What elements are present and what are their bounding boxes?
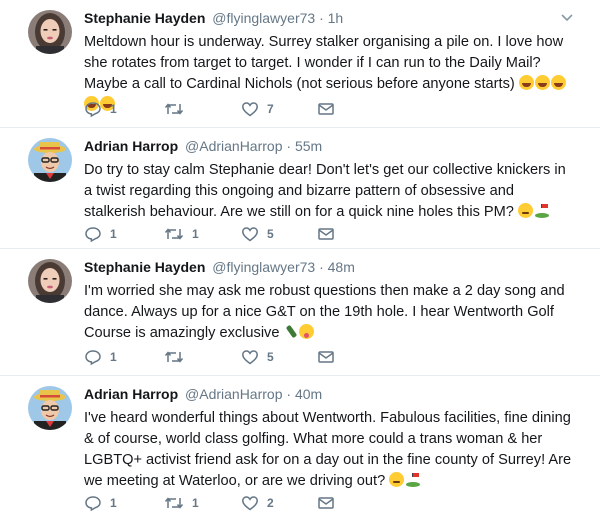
tweet-text-body: I'm worried she may ask me robust questi… — [84, 283, 565, 341]
golf-emoji-icon — [534, 204, 551, 220]
tweet[interactable]: Stephanie Hayden @flyinglawyer73 · 1h Me… — [0, 0, 600, 128]
avatar[interactable] — [28, 138, 72, 182]
reply-icon — [85, 496, 101, 512]
reply-icon — [85, 227, 101, 243]
dm-button[interactable] — [317, 225, 335, 243]
timestamp[interactable]: 48m — [328, 259, 355, 275]
reply-icon — [85, 350, 101, 366]
like-icon — [242, 350, 258, 365]
like-count: 2 — [267, 496, 274, 510]
retweet-icon — [164, 351, 184, 363]
dm-icon — [318, 351, 334, 363]
separator: · — [286, 138, 292, 154]
separator: · — [319, 259, 324, 275]
reply-count: 1 — [110, 496, 117, 510]
retweet-icon — [164, 228, 184, 240]
retweet-button[interactable] — [164, 348, 192, 366]
retweet-button[interactable]: 1 — [164, 225, 199, 243]
timestamp[interactable]: 40m — [295, 386, 322, 402]
dm-icon — [318, 228, 334, 240]
tweet-text-body: Meltdown hour is underway. Surrey stalke… — [84, 34, 564, 92]
display-name[interactable]: Adrian Harrop — [84, 386, 178, 402]
dm-button[interactable] — [317, 494, 335, 512]
timestamp[interactable]: 55m — [295, 138, 322, 154]
tweet-header: Stephanie Hayden @flyinglawyer73 · 1h — [84, 10, 343, 26]
avatar[interactable] — [28, 259, 72, 303]
user-handle[interactable]: @AdrianHarrop — [185, 386, 282, 402]
timestamp[interactable]: 1h — [328, 10, 344, 26]
retweet-icon — [164, 103, 184, 115]
dm-icon — [318, 103, 334, 115]
avatar[interactable] — [28, 10, 72, 54]
separator: · — [319, 10, 324, 26]
tweet-header: Stephanie Hayden @flyinglawyer73 · 48m — [84, 259, 355, 275]
like-icon — [242, 102, 258, 117]
reply-count: 1 — [110, 227, 117, 241]
reply-button[interactable]: 1 — [84, 348, 117, 366]
reply-count: 1 — [110, 350, 117, 364]
tweet[interactable]: Adrian Harrop @AdrianHarrop · 55m Do try… — [0, 128, 600, 249]
tongue-wink-emoji-icon — [298, 324, 315, 341]
like-icon — [242, 496, 258, 511]
tweet-header: Adrian Harrop @AdrianHarrop · 40m — [84, 386, 322, 402]
tweet-thread: Stephanie Hayden @flyinglawyer73 · 1h Me… — [0, 0, 600, 529]
avatar[interactable] — [28, 386, 72, 430]
like-icon — [242, 227, 258, 242]
tweet-header: Adrian Harrop @AdrianHarrop · 55m — [84, 138, 322, 154]
display-name[interactable]: Adrian Harrop — [84, 138, 178, 154]
tweet-text: Do try to stay calm Stephanie dear! Don'… — [84, 160, 574, 223]
dm-button[interactable] — [317, 100, 335, 118]
caret-down-icon[interactable] — [560, 10, 574, 24]
tweet-text: I'm worried she may ask me robust questi… — [84, 281, 574, 344]
like-button[interactable]: 2 — [241, 494, 274, 512]
user-handle[interactable]: @flyinglawyer73 — [212, 259, 315, 275]
reply-button[interactable]: 1 — [84, 225, 117, 243]
tweet-text-body: I've heard wonderful things about Wentwo… — [84, 410, 572, 489]
display-name[interactable]: Stephanie Hayden — [84, 259, 205, 275]
tweet-text: I've heard wonderful things about Wentwo… — [84, 408, 574, 492]
display-name[interactable]: Stephanie Hayden — [84, 10, 205, 26]
user-handle[interactable]: @AdrianHarrop — [185, 138, 282, 154]
like-button[interactable]: 5 — [241, 225, 274, 243]
separator: · — [286, 386, 292, 402]
retweet-button[interactable] — [164, 100, 192, 118]
retweet-count: 1 — [192, 227, 199, 241]
like-button[interactable]: 7 — [241, 100, 274, 118]
reply-icon — [85, 102, 101, 118]
wink-emoji-icon — [389, 472, 405, 489]
wink-emoji-icon — [518, 203, 534, 220]
tweet-text-body: Do try to stay calm Stephanie dear! Don'… — [84, 162, 566, 220]
like-count: 7 — [267, 102, 274, 116]
dm-icon — [318, 497, 334, 509]
tweet[interactable]: Adrian Harrop @AdrianHarrop · 40m I've h… — [0, 376, 600, 529]
like-count: 5 — [267, 350, 274, 364]
retweet-icon — [164, 497, 184, 509]
golf-emoji-icon — [405, 473, 422, 489]
like-button[interactable]: 5 — [241, 348, 274, 366]
tweet[interactable]: Stephanie Hayden @flyinglawyer73 · 48m I… — [0, 249, 600, 376]
champagne-emoji-icon — [284, 325, 299, 341]
dm-button[interactable] — [317, 348, 335, 366]
user-handle[interactable]: @flyinglawyer73 — [212, 10, 315, 26]
like-count: 5 — [267, 227, 274, 241]
reply-count: 1 — [110, 102, 117, 116]
retweet-button[interactable]: 1 — [164, 494, 199, 512]
reply-button[interactable]: 1 — [84, 494, 117, 512]
reply-button[interactable]: 1 — [84, 100, 117, 118]
retweet-count: 1 — [192, 496, 199, 510]
